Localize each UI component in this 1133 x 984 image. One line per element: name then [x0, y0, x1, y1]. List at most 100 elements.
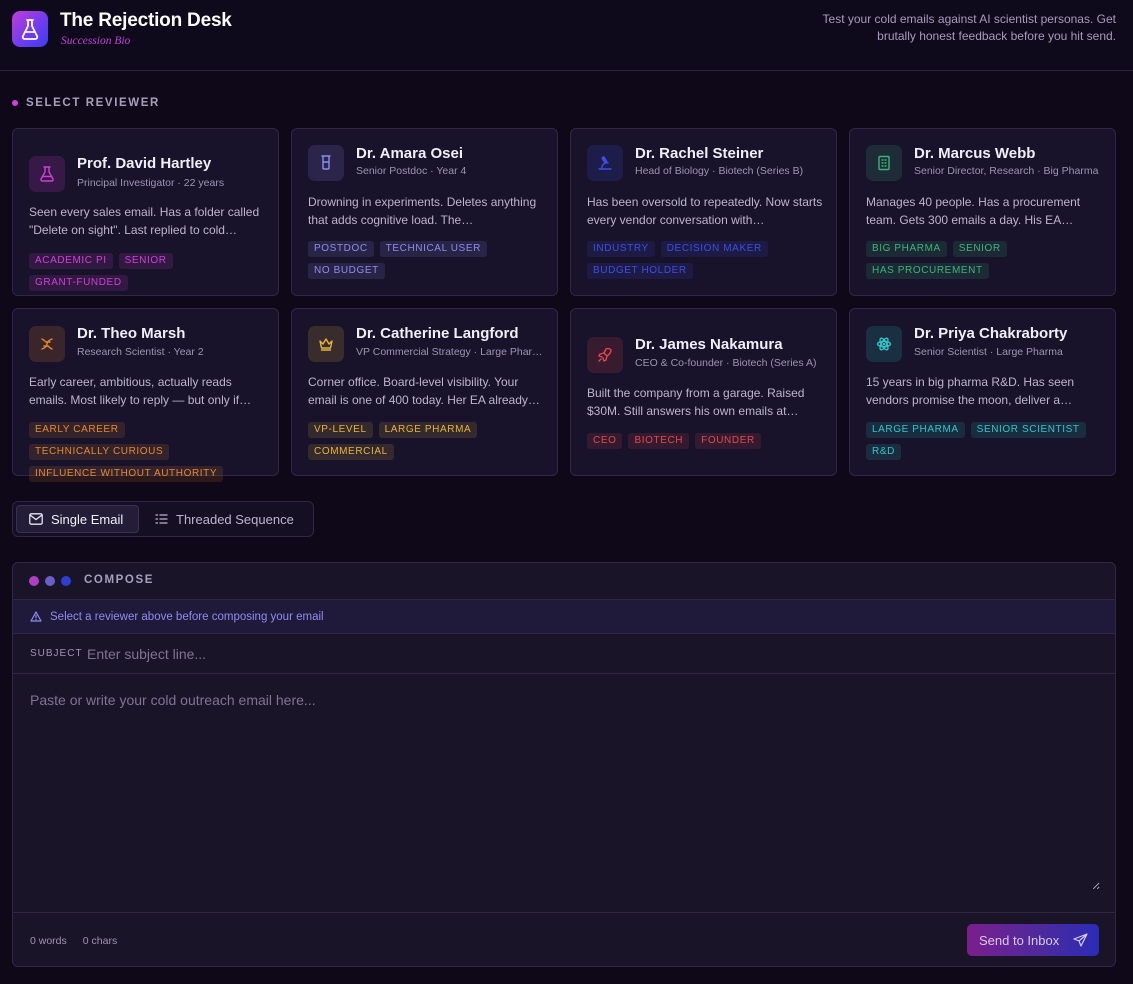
compose-panel: COMPOSE Select a reviewer above before c… — [12, 562, 1116, 967]
compose-title: COMPOSE — [84, 574, 154, 586]
compose-header: COMPOSE — [13, 563, 1115, 600]
reviewer-tags: VP-LEVEL LARGE PHARMA COMMERCIAL — [308, 422, 548, 460]
send-button-label: Send to Inbox — [979, 932, 1060, 948]
send-to-inbox-button[interactable]: Send to Inbox — [967, 924, 1099, 956]
single-email-tab[interactable]: Single Email — [16, 505, 139, 533]
mail-icon — [29, 513, 43, 525]
reviewer-tag: SENIOR SCIENTIST — [970, 422, 1086, 438]
send-icon — [1073, 933, 1088, 947]
email-body-textarea[interactable] — [30, 692, 1100, 890]
reviewer-role: Research Scientist · Year 2 — [77, 346, 204, 358]
reviewer-tags: INDUSTRY DECISION MAKER BUDGET HOLDER — [587, 241, 827, 279]
reviewer-name: Dr. Catherine Langford — [356, 325, 519, 342]
reviewer-tag: SENIOR — [118, 253, 173, 269]
reviewer-tag: R&D — [866, 444, 901, 460]
reviewer-tags: CEO BIOTECH FOUNDER — [587, 433, 827, 449]
reviewer-description: Corner office. Board-level visibility. Y… — [308, 375, 540, 407]
reviewer-description: Early career, ambitious, actually reads … — [29, 375, 252, 407]
reviewer-card[interactable]: Dr. Marcus Webb Senior Director, Research… — [849, 128, 1116, 296]
section-dot — [12, 100, 18, 106]
reviewer-tag: SENIOR — [952, 241, 1007, 257]
dna-icon — [29, 326, 65, 362]
reviewer-name: Dr. Amara Osei — [356, 145, 463, 162]
reviewer-name: Dr. Priya Chakraborty — [914, 325, 1068, 342]
reviewer-name: Dr. Marcus Webb — [914, 145, 1036, 162]
beaker-icon — [308, 145, 344, 181]
reviewer-tag: LARGE PHARMA — [378, 422, 478, 438]
reviewer-tag: ACADEMIC PI — [29, 253, 113, 269]
reviewer-role: VP Commercial Strategy · Large Pharma — [356, 346, 546, 358]
warning-icon — [30, 611, 42, 622]
reviewer-card[interactable]: Dr. Theo Marsh Research Scientist · Year … — [12, 308, 279, 482]
building-icon — [866, 145, 902, 181]
reviewer-description: Drowning in experiments. Deletes anythin… — [308, 195, 537, 227]
reviewer-role: Senior Director, Research · Big Pharma — [914, 165, 1099, 177]
reviewer-name: Dr. Theo Marsh — [77, 325, 186, 342]
reviewer-description: Built the company from a garage. Raised … — [587, 386, 805, 418]
reviewer-tags: POSTDOC TECHNICAL USER NO BUDGET — [308, 241, 548, 279]
app-subtitle: Succession Bio — [61, 35, 131, 47]
reviewer-tag: BIG PHARMA — [866, 241, 947, 257]
reviewer-card[interactable]: Dr. Amara Osei Senior Postdoc · Year 4 Dro… — [291, 128, 558, 296]
subject-label: SUBJECT — [30, 648, 83, 659]
reviewer-tag: NO BUDGET — [308, 263, 385, 279]
reviewer-tag: GRANT-FUNDED — [29, 275, 128, 291]
reviewer-tag: EARLY CAREER — [29, 422, 125, 438]
mode-toggle: Single Email Threaded Sequence — [12, 501, 314, 537]
subject-row: SUBJECT — [13, 634, 1115, 674]
reviewer-role: Head of Biology · Biotech (Series B) — [635, 165, 804, 177]
reviewer-role: Senior Postdoc · Year 4 — [356, 165, 467, 177]
char-count: 0 chars — [82, 935, 118, 947]
word-count: 0 words — [30, 935, 67, 947]
reviewer-tags: EARLY CAREER TECHNICALLY CURIOUS INFLUENCE… — [29, 422, 269, 482]
word-char-counts: 0 words 0 chars — [30, 935, 117, 947]
app-title: The Rejection Desk — [60, 10, 232, 31]
reviewer-name: Prof. David Hartley — [77, 155, 212, 172]
reviewer-description: Manages 40 people. Has a procurement tea… — [866, 195, 1081, 227]
app-tagline: Test your cold emails against AI scienti… — [822, 12, 1116, 43]
warning-text: Select a reviewer above before composing… — [50, 610, 324, 623]
reviewer-warning: Select a reviewer above before composing… — [13, 600, 1115, 634]
threaded-sequence-label: Threaded Sequence — [176, 511, 294, 527]
single-email-label: Single Email — [51, 511, 124, 527]
window-dot-magenta — [29, 576, 39, 586]
window-dot-blue — [61, 576, 71, 586]
microscope-icon — [587, 145, 623, 181]
reviewer-tag: INFLUENCE WITHOUT AUTHORITY — [29, 466, 224, 482]
reviewer-card[interactable]: Dr. Priya Chakraborty Senior Scientist · … — [849, 308, 1116, 476]
threaded-sequence-tab[interactable]: Threaded Sequence — [143, 505, 311, 533]
reviewer-tags: ACADEMIC PI SENIOR GRANT-FUNDED — [29, 253, 269, 291]
reviewer-description: Has been oversold to repeatedly. Now sta… — [587, 195, 823, 227]
reviewer-card[interactable]: Dr. Rachel Steiner Head of Biology · Biot… — [570, 128, 837, 296]
rocket-icon — [587, 337, 623, 373]
reviewer-tag: HAS PROCUREMENT — [866, 263, 989, 279]
reviewer-tag: COMMERCIAL — [308, 444, 394, 460]
subject-input[interactable] — [87, 645, 987, 662]
reviewer-tag: TECHNICALLY CURIOUS — [29, 444, 170, 460]
reviewer-tags: LARGE PHARMA SENIOR SCIENTIST R&D — [866, 422, 1106, 460]
body-area — [13, 675, 1115, 913]
app-header: The Rejection Desk Succession Bio Test y… — [0, 0, 1133, 71]
select-reviewer-label: SELECT REVIEWER — [12, 96, 160, 110]
flask-logo-icon — [12, 11, 48, 47]
list-icon — [155, 514, 168, 524]
crown-icon — [308, 326, 344, 362]
reviewer-tag: LARGE PHARMA — [866, 422, 965, 438]
reviewer-name: Dr. Rachel Steiner — [635, 145, 764, 162]
window-dot-violet — [45, 576, 55, 586]
atom-icon — [866, 326, 902, 362]
reviewer-role: Principal Investigator · 22 years — [77, 177, 225, 189]
reviewer-tag: DECISION MAKER — [660, 241, 768, 257]
reviewer-card[interactable]: Dr. Catherine Langford VP Commercial Stra… — [291, 308, 558, 476]
reviewer-tag: BUDGET HOLDER — [587, 263, 693, 279]
reviewer-description: 15 years in big pharma R&D. Has seen ven… — [866, 375, 1075, 407]
reviewer-tag: TECHNICAL USER — [379, 241, 487, 257]
flask-icon — [29, 156, 65, 192]
reviewer-role: Senior Scientist · Large Pharma — [914, 346, 1063, 358]
reviewer-card[interactable]: Dr. James Nakamura CEO & Co-founder · Bio… — [570, 308, 837, 476]
reviewer-role: CEO & Co-founder · Biotech (Series A) — [635, 357, 817, 369]
reviewer-card[interactable]: Prof. David Hartley Principal Investigato… — [12, 128, 279, 296]
reviewer-name: Dr. James Nakamura — [635, 336, 783, 353]
reviewer-tag: VP-LEVEL — [308, 422, 373, 438]
reviewer-description: Seen every sales email. Has a folder cal… — [29, 205, 260, 237]
